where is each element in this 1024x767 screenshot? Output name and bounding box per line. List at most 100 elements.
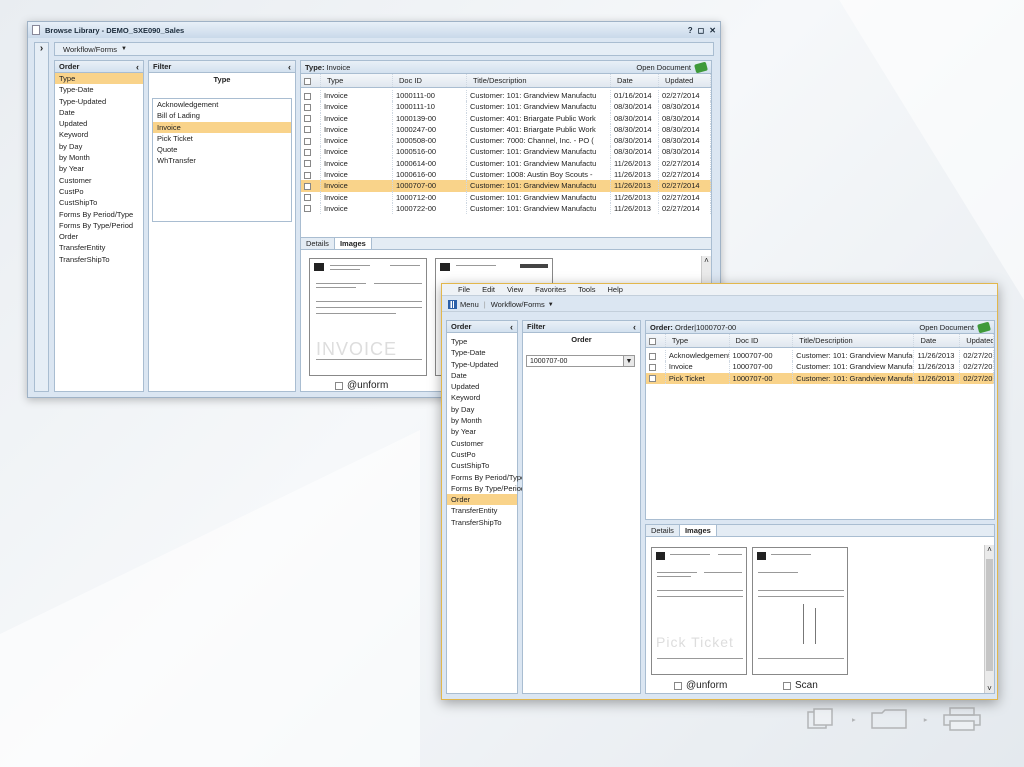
table-row[interactable]: Invoice 1000508-00 Customer: 7000: Channel… [301, 135, 711, 147]
list-item[interactable]: Type [447, 336, 517, 347]
column-header[interactable]: Title/Description [467, 74, 611, 87]
select-all-checkbox[interactable] [649, 337, 656, 345]
row-checkbox-cell[interactable] [301, 135, 321, 147]
list-item[interactable]: Updated [55, 118, 143, 129]
list-item[interactable]: by Year [447, 426, 517, 437]
list-item[interactable]: by Year [55, 163, 143, 174]
row-checkbox[interactable] [304, 103, 311, 111]
menu-item[interactable]: View [507, 285, 523, 294]
filter-item[interactable]: Quote [153, 144, 291, 155]
row-checkbox[interactable] [304, 182, 311, 190]
column-header[interactable]: Type [321, 74, 393, 87]
maximize-button[interactable]: ◻ [698, 26, 705, 35]
table-row[interactable]: Invoice 1000712-00 Customer: 101: Grandvie… [301, 191, 711, 203]
list-item[interactable]: Keyword [447, 392, 517, 403]
row-checkbox[interactable] [304, 137, 311, 145]
tab-images[interactable]: Images [679, 525, 717, 536]
chevron-down-icon[interactable]: ▼ [623, 356, 634, 366]
scroll-down-icon[interactable]: ˅ [985, 684, 994, 693]
chevron-left-icon[interactable]: ‹ [633, 322, 636, 332]
table-row[interactable]: Acknowledgement 1000707-00 Customer: 101: … [646, 350, 994, 362]
row-checkbox-cell[interactable] [301, 101, 321, 113]
column-header[interactable]: Title/Description [793, 334, 915, 347]
select-all-cell[interactable] [301, 74, 321, 87]
row-checkbox-cell[interactable] [301, 123, 321, 136]
list-item[interactable]: Forms By Period/Type [55, 209, 143, 220]
table-row[interactable]: Invoice 1000614-00 Customer: 101: Grandvie… [301, 157, 711, 170]
row-checkbox-cell[interactable] [301, 169, 321, 181]
help-button[interactable]: ? [688, 26, 693, 35]
row-checkbox[interactable] [304, 115, 311, 123]
table-row[interactable]: Invoice 1000616-00 Customer: 1008: Austin … [301, 169, 711, 181]
list-item[interactable]: Customer [447, 438, 517, 449]
row-checkbox-cell[interactable] [301, 191, 321, 203]
list-item[interactable]: Date [55, 107, 143, 118]
column-header[interactable]: Updated [659, 74, 711, 87]
chevron-left-icon[interactable]: ‹ [288, 62, 291, 72]
row-checkbox[interactable] [649, 363, 656, 371]
column-header[interactable]: Doc ID [730, 334, 794, 347]
filter-item[interactable]: WhTransfer [153, 155, 291, 166]
menu-button[interactable]: Menu [448, 300, 479, 309]
chevron-left-icon[interactable]: ‹ [136, 62, 139, 72]
list-item[interactable]: Customer [55, 175, 143, 186]
scroll-up-icon[interactable]: ˄ [985, 545, 994, 554]
menu-item[interactable]: File [458, 285, 470, 294]
list-item[interactable]: Type-Date [447, 347, 517, 358]
list-item[interactable]: Date [447, 370, 517, 381]
list-item[interactable]: Order [447, 494, 517, 506]
select-all-checkbox[interactable] [304, 77, 311, 85]
list-item[interactable]: TransferShipTo [55, 254, 143, 265]
select-checkbox[interactable] [783, 681, 791, 690]
list-item[interactable]: Type [55, 73, 143, 85]
menu-item[interactable]: Favorites [535, 285, 566, 294]
row-checkbox[interactable] [304, 171, 311, 179]
list-item[interactable]: CustPo [447, 449, 517, 460]
scrollbar-thumb[interactable] [986, 559, 993, 671]
column-header[interactable]: Type [666, 334, 730, 347]
select-checkbox[interactable] [674, 681, 682, 690]
close-button[interactable]: ✕ [709, 26, 716, 35]
filter-item[interactable]: Pick Ticket [153, 133, 291, 144]
chevron-left-icon[interactable]: ‹ [510, 322, 513, 332]
row-checkbox-cell[interactable] [646, 350, 666, 362]
table-row[interactable]: Invoice 1000111-10 Customer: 101: Grandvie… [301, 101, 711, 113]
column-header[interactable]: Doc ID [393, 74, 467, 87]
row-checkbox-cell[interactable] [301, 157, 321, 170]
list-item[interactable]: Forms By Type/Period [55, 220, 143, 231]
table-row[interactable]: Invoice 1000722-00 Customer: 101: Grandvie… [301, 202, 711, 215]
list-item[interactable]: by Day [447, 404, 517, 415]
open-document-button[interactable]: Open Document [636, 61, 708, 73]
tab-images[interactable]: Images [334, 238, 372, 249]
tab-details[interactable]: Details [301, 238, 335, 249]
list-item[interactable]: Updated [447, 381, 517, 392]
breadcrumb[interactable]: Workflow/Forms ▼ [54, 42, 714, 56]
list-item[interactable]: TransferShipTo [447, 517, 517, 528]
list-item[interactable]: Forms By Type/Period [447, 483, 525, 494]
row-checkbox[interactable] [649, 375, 656, 383]
list-item[interactable]: by Month [55, 152, 143, 163]
list-item[interactable]: by Day [55, 141, 143, 152]
list-item[interactable]: TransferEntity [447, 505, 517, 516]
row-checkbox-cell[interactable] [301, 202, 321, 215]
preview-scrollbar[interactable]: ˄ ˅ [984, 545, 994, 693]
list-item[interactable]: Keyword [55, 129, 143, 140]
list-item[interactable]: Type-Updated [447, 359, 517, 370]
row-checkbox[interactable] [304, 194, 311, 202]
row-checkbox[interactable] [304, 149, 311, 156]
collapse-panel-button[interactable]: › [34, 42, 49, 392]
filter-item[interactable]: Invoice [153, 121, 291, 133]
row-checkbox-cell[interactable] [301, 112, 321, 124]
row-checkbox-cell[interactable] [646, 372, 666, 384]
row-checkbox[interactable] [649, 352, 656, 360]
filter-item[interactable]: Bill of Lading [153, 110, 291, 121]
menu-item[interactable]: Tools [578, 285, 596, 294]
scroll-up-icon[interactable]: ˄ [702, 256, 711, 265]
list-item[interactable]: Forms By Period/Type [447, 472, 525, 483]
table-row[interactable]: Invoice 1000707-00 Customer: 101: Grandvie… [646, 361, 994, 373]
list-item[interactable]: TransferEntity [55, 242, 143, 253]
column-header[interactable]: Date [611, 74, 659, 87]
invoice-thumbnail[interactable]: INVOICE [309, 258, 427, 376]
row-checkbox[interactable] [304, 126, 311, 134]
table-row[interactable]: Invoice 1000111-00 Customer: 101: Grandvie… [301, 90, 711, 102]
